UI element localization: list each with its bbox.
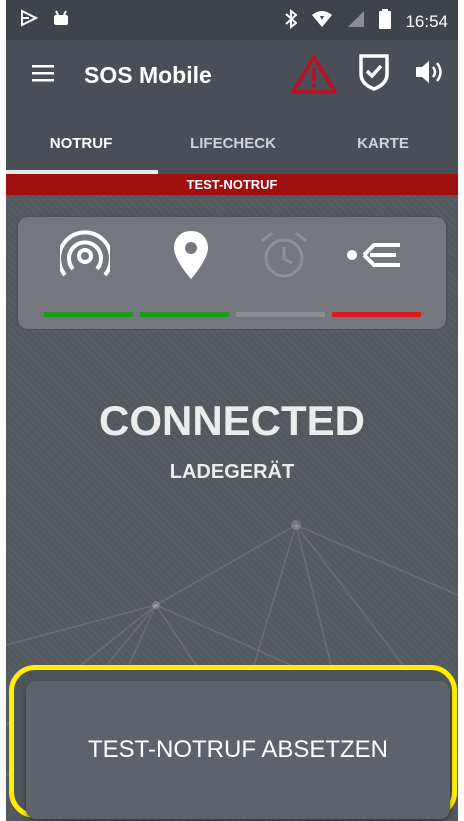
alarm-clock-icon [258,229,310,286]
connection-state: CONNECTED [98,397,365,444]
man-down-icon [344,237,404,278]
phone-screen: 16:54 SOS Mobile NOTRUF LIFECHECK KARTE … [6,0,458,821]
tab-lifecheck[interactable]: LIFECHECK [158,114,308,174]
shield-check-icon[interactable] [358,53,390,96]
test-notruf-absetzen-button[interactable]: TEST-NOTRUF ABSETZEN [26,681,450,819]
app-bar: SOS Mobile [6,40,458,114]
speaker-icon[interactable] [414,58,446,91]
tab-karte[interactable]: KARTE [308,114,458,174]
battery-icon [379,9,392,34]
signal-icon [347,10,365,33]
menu-icon[interactable] [32,64,54,87]
android-icon [52,9,70,32]
play-store-icon [20,9,39,32]
wifi-icon [311,10,333,33]
app-title: SOS Mobile [84,62,212,88]
signal-broadcast-icon [57,229,113,284]
status-time: 16:54 [405,11,448,31]
location-status-bar [140,312,229,317]
warning-icon[interactable] [291,54,337,99]
tab-notruf[interactable]: NOTRUF [6,114,158,174]
status-panel [18,217,446,329]
status-bar: 16:54 [6,0,458,40]
bluetooth-icon [285,8,298,34]
man-down-status-bar [332,312,421,317]
test-notruf-banner: TEST-NOTRUF [6,174,458,195]
connection-detail: LADEGERÄT [169,461,295,483]
signal-status-bar [44,312,133,317]
alarm-status-bar [236,312,325,317]
tab-bar: NOTRUF LIFECHECK KARTE [6,114,458,174]
location-pin-icon [172,229,210,286]
